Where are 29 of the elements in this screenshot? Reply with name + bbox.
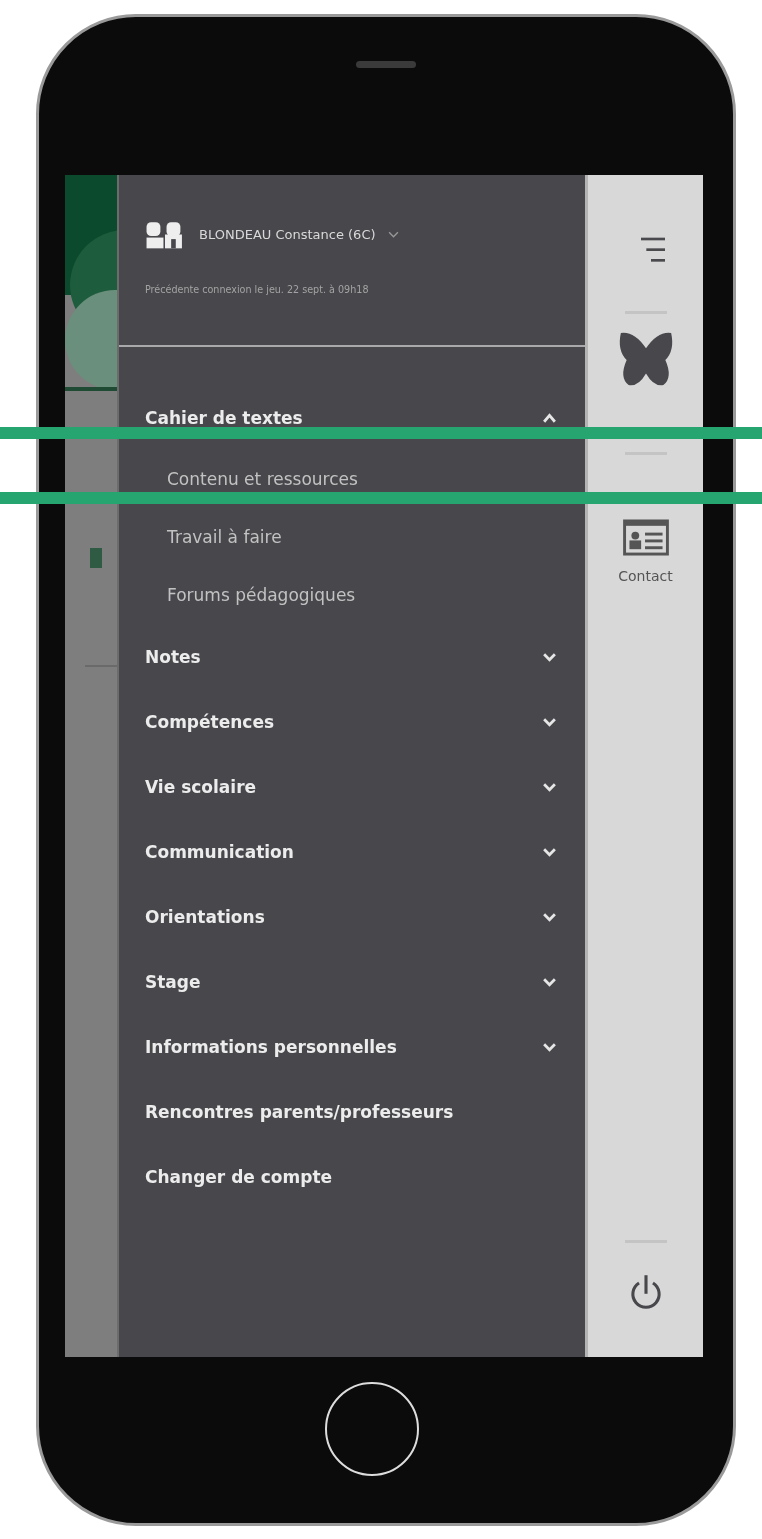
menu-item[interactable]: Compétences bbox=[145, 689, 557, 754]
menu-item[interactable]: Changer de compte bbox=[145, 1144, 557, 1209]
chevron-up-icon bbox=[542, 412, 557, 423]
menu-item[interactable]: Cahier de textes bbox=[145, 385, 557, 450]
submenu-item[interactable]: Travail à faire bbox=[145, 508, 557, 566]
menu-item[interactable]: Rencontres parents/professeurs bbox=[145, 1079, 557, 1144]
chevron-down-icon bbox=[542, 1041, 557, 1052]
contact-label: Contact bbox=[618, 568, 673, 584]
chevron-down-icon bbox=[542, 846, 557, 857]
users-icon bbox=[145, 219, 185, 250]
menu-item[interactable]: Communication bbox=[145, 819, 557, 884]
caret-icon bbox=[387, 231, 399, 238]
home-button[interactable] bbox=[325, 1382, 419, 1476]
last-login-text: Précédente connexion le jeu. 22 sept. à 09h18 bbox=[145, 284, 370, 295]
menu-item[interactable]: Vie scolaire bbox=[145, 754, 557, 819]
submenu-item[interactable]: Contenu et ressources bbox=[145, 450, 557, 508]
chevron-down-icon bbox=[542, 976, 557, 987]
chevron-down-icon bbox=[542, 651, 557, 662]
submenu-item[interactable]: Forums pédagogiques bbox=[145, 566, 557, 624]
chevron-down-icon bbox=[542, 716, 557, 727]
menu-item[interactable]: Stage bbox=[145, 949, 557, 1014]
chevron-down-icon bbox=[542, 911, 557, 922]
account-selector[interactable]: BLONDEAU Constance (6C) bbox=[199, 227, 399, 242]
speaker-slot bbox=[356, 61, 416, 68]
menu-item[interactable]: Informations personnelles bbox=[145, 1014, 557, 1079]
menu-item[interactable]: Notes bbox=[145, 624, 557, 689]
contact-card-icon[interactable] bbox=[621, 519, 670, 556]
menu-item[interactable]: Orientations bbox=[145, 884, 557, 949]
chevron-down-icon bbox=[542, 781, 557, 792]
